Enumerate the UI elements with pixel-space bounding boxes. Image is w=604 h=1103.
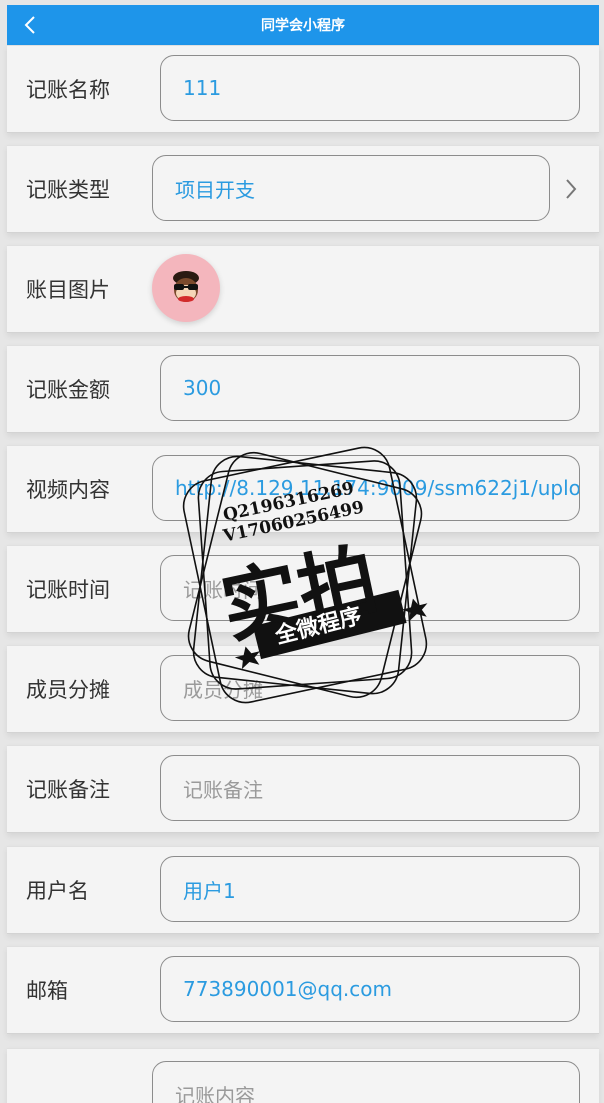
form-row-video: 视频内容 http://8.129.11.174:9009/ssm622j1/u… — [7, 445, 599, 533]
field-label: 记账类型 — [26, 178, 110, 202]
form-row-type: 记账类型 项目开支 — [7, 145, 599, 233]
name-input[interactable]: 111 — [160, 55, 580, 121]
remark-input[interactable]: 记账备注 — [160, 755, 580, 821]
content-textarea[interactable]: 记账内容 — [152, 1061, 580, 1103]
page-title: 同学会小程序 — [261, 18, 345, 34]
field-label: 账目图片 — [26, 278, 110, 302]
split-input[interactable]: 成员分摊 — [160, 655, 580, 721]
form-row-email: 邮箱 773890001@qq.com — [7, 946, 599, 1034]
type-select[interactable]: 项目开支 — [152, 155, 550, 221]
form-page: 同学会小程序 记账名称 111 记账类型 项目开支 账目图片 记账金额 300 … — [0, 0, 604, 1103]
field-label: 记账名称 — [26, 78, 110, 102]
field-label: 用户名 — [26, 879, 89, 903]
back-button[interactable] — [17, 11, 43, 39]
form-row-name: 记账名称 111 — [7, 45, 599, 133]
chevron-left-icon — [24, 16, 35, 34]
field-label: 记账备注 — [26, 778, 110, 802]
monkey-avatar-icon — [173, 271, 199, 302]
form-row-split: 成员分摊 成员分摊 — [7, 645, 599, 733]
form-row-content: 记账内容 — [7, 1048, 599, 1103]
field-label: 成员分摊 — [26, 678, 110, 702]
chevron-right-icon[interactable] — [561, 174, 581, 204]
field-label: 记账金额 — [26, 378, 110, 402]
email-input[interactable]: 773890001@qq.com — [160, 956, 580, 1022]
form-row-username: 用户名 用户1 — [7, 846, 599, 934]
form-row-time: 记账时间 记账时间 — [7, 545, 599, 633]
form-row-remark: 记账备注 记账备注 — [7, 745, 599, 833]
time-input[interactable]: 记账时间 — [160, 555, 580, 621]
form-row-image: 账目图片 — [7, 245, 599, 333]
field-label: 记账时间 — [26, 578, 110, 602]
username-input[interactable]: 用户1 — [160, 856, 580, 922]
video-url-input[interactable]: http://8.129.11.174:9009/ssm622j1/uploa — [152, 455, 580, 521]
field-label: 邮箱 — [26, 979, 68, 1003]
field-label: 视频内容 — [26, 478, 110, 502]
image-upload-avatar[interactable] — [152, 254, 220, 322]
amount-input[interactable]: 300 — [160, 355, 580, 421]
form-row-amount: 记账金额 300 — [7, 345, 599, 433]
nav-header: 同学会小程序 — [7, 5, 599, 45]
